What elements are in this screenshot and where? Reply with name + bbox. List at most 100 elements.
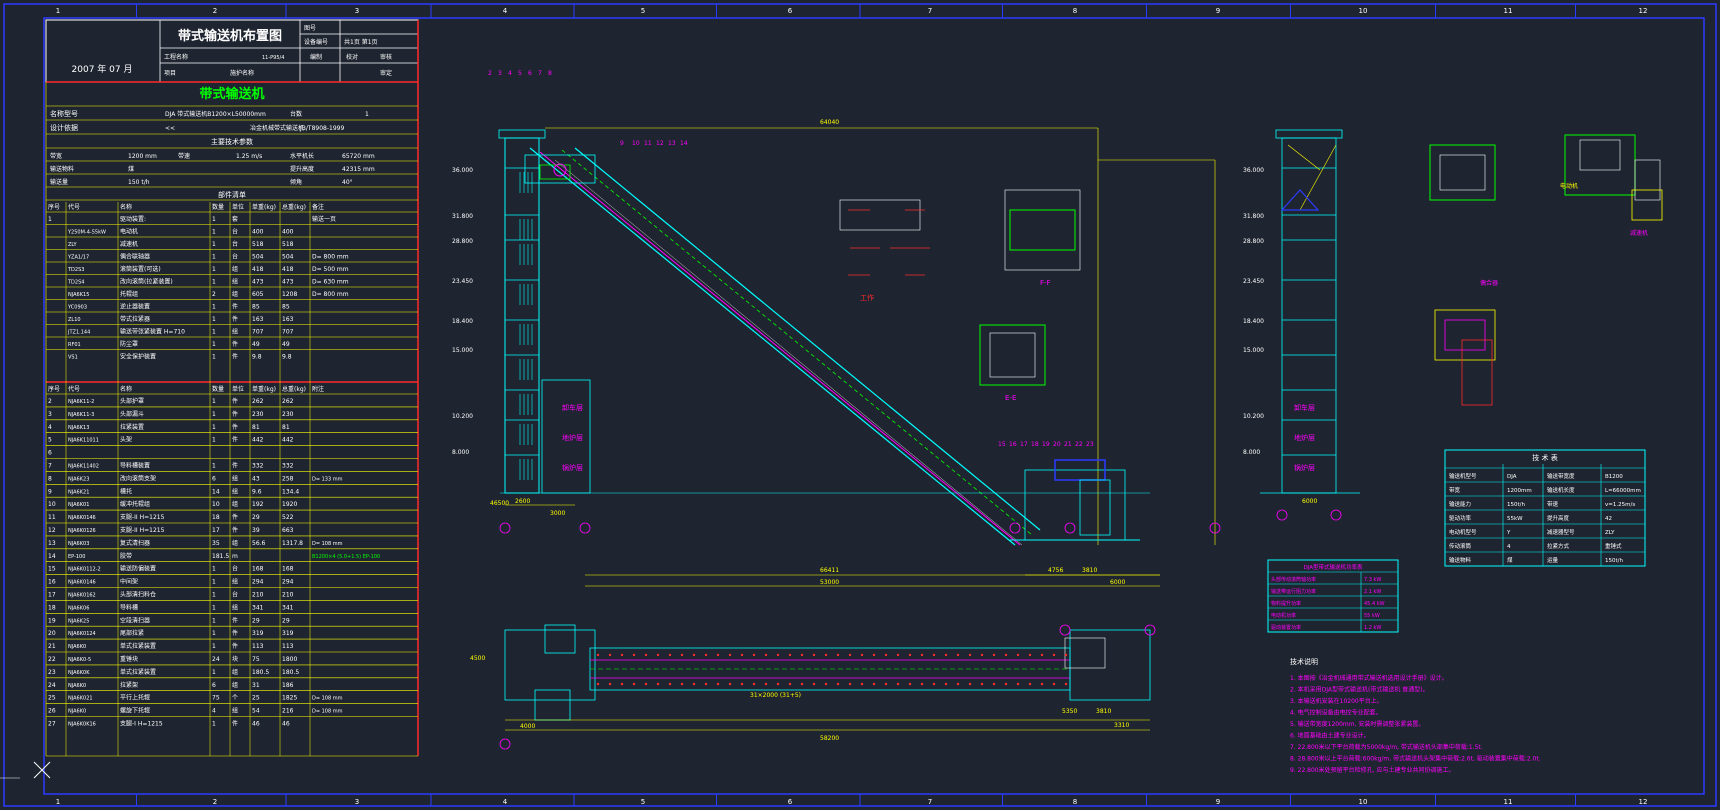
parts2-cell: 442 xyxy=(252,437,264,444)
tech-cell: 65720 mm xyxy=(342,153,375,160)
parts-cell: 台 xyxy=(232,240,238,248)
parts2-cell: NJA6K25 xyxy=(68,618,89,624)
power-cell-label: 输送带运行阻力功率 xyxy=(1271,588,1316,595)
callout-number: 13 xyxy=(668,140,676,147)
parts2-cell: 21 xyxy=(48,643,56,650)
zone-number: 3 xyxy=(355,798,359,806)
parts2-cell: 头部漏斗 xyxy=(120,410,144,418)
parts-cell: 605 xyxy=(252,291,264,298)
tech-cell: 42315 mm xyxy=(342,166,375,173)
parts2-col-header: 代号 xyxy=(68,385,80,393)
parts-cell: NJA6K15 xyxy=(68,292,89,298)
parts2-cell: 75 xyxy=(212,695,220,702)
power-cell-label: 物料提升功率 xyxy=(1271,600,1301,607)
head-coupling-label: 偶合器 xyxy=(1480,279,1498,287)
zone-number: 9 xyxy=(1216,798,1220,806)
parts2-cell: 17 xyxy=(48,592,56,599)
title-project-code: 11-P95/4 xyxy=(262,55,284,61)
parts2-cell: B1200×4 (5.0+1.5) EP-100 xyxy=(312,554,380,560)
parts2-cell: 4 xyxy=(48,424,52,431)
parts2-cell: 113 xyxy=(282,643,294,650)
parts-cell: 2 xyxy=(212,291,216,298)
cad-drawing-sheet: 1 2 3 4 5 6 7 8 9 10 11 12 1 2 3 4 5 6 7 8 9 10 11 12 带式输送机布置图… xyxy=(0,0,1720,810)
parts2-cell: 134.4 xyxy=(282,488,299,495)
parts2-cell: 113 xyxy=(252,643,264,650)
parts2-col-header: 附注 xyxy=(312,385,324,393)
elevation-label-left: 18.400 xyxy=(452,318,473,325)
parts-cell: D= 800 mm xyxy=(312,291,349,298)
parts-cell: D= 500 mm xyxy=(312,266,349,273)
parts2-col-header: 数量 xyxy=(212,385,224,393)
dim-elev-bottom: 2600 xyxy=(515,498,530,505)
callout-number: 4 xyxy=(508,70,512,77)
elevation-label-right: 31.800 xyxy=(1243,213,1264,220)
tech-cell: 1.25 m/s xyxy=(236,153,262,160)
tech-cell: 倾角 xyxy=(290,178,302,186)
parts2-cell: 258 xyxy=(282,475,294,482)
main-row-value: << xyxy=(165,125,175,132)
param-cell: 4 xyxy=(1507,544,1511,550)
parts2-cell: 2 xyxy=(48,398,52,405)
parts2-cell: 1 xyxy=(212,566,216,573)
callout-number: 14 xyxy=(680,140,688,147)
parts-cell: ZL10 xyxy=(68,317,81,323)
zone-number: 1 xyxy=(56,7,60,15)
room-label-right: 锅炉层 xyxy=(1294,463,1315,472)
param-cell: 驱动功率 xyxy=(1449,514,1472,522)
parts2-cell: NJA6K11011 xyxy=(68,438,99,444)
title-cell-page: 共1页 第1页 xyxy=(344,38,378,46)
zone-number: 11 xyxy=(1504,798,1513,806)
parts2-cell: 单式拉紧装置 xyxy=(120,668,156,676)
dim-plan3: 4000 xyxy=(520,723,535,730)
parts-col-header: 单重(kg) xyxy=(252,203,276,211)
parts2-col-header: 序号 xyxy=(48,385,60,393)
dim-plan6: 5350 xyxy=(1062,708,1077,715)
parts2-cell: 件 xyxy=(232,462,238,470)
dim-6000: 6000 xyxy=(1110,579,1125,586)
parts-col-header: 数量 xyxy=(212,203,224,211)
head-motor-label: 电动机 xyxy=(1560,182,1578,190)
parts2-cell: 181.5 xyxy=(212,553,229,560)
elevation-label-right: 10.200 xyxy=(1243,413,1264,420)
parts-cell: 1 xyxy=(212,316,216,323)
parts-cell: 1208 xyxy=(282,291,297,298)
parts2-cell: NJA6K0146 xyxy=(68,580,96,586)
parts2-cell: 头架 xyxy=(120,436,132,444)
parts2-cell: NJA6K0126 xyxy=(68,528,96,534)
callout-number: 7 xyxy=(538,70,542,77)
parts2-cell: D= 108 mm xyxy=(312,709,343,715)
parts2-cell: NJA6K0 xyxy=(68,644,86,650)
parts2-cell: 35 xyxy=(212,540,220,547)
parts-cell: 台 xyxy=(232,228,238,236)
parts-cell: 件 xyxy=(232,315,238,323)
parts2-cell: 件 xyxy=(232,720,238,728)
callout-number: 18 xyxy=(1031,441,1039,448)
callout-number: 22 xyxy=(1075,441,1083,448)
parts2-cell: 平行上托辊 xyxy=(120,694,150,702)
parts2-cell: 294 xyxy=(252,579,264,586)
elevation-label-right: 15.000 xyxy=(1243,347,1264,354)
zone-number: 3 xyxy=(355,7,359,15)
parts2-cell: 组 xyxy=(232,487,238,495)
parts-col-header: 名称 xyxy=(120,203,132,211)
param-cell: 输送物料 xyxy=(1449,556,1472,564)
dim-3810: 3810 xyxy=(1082,567,1097,574)
head-reducer-label: 减速机 xyxy=(1630,229,1648,237)
parts-cell: 托辊组 xyxy=(120,290,138,298)
parts2-cell: 294 xyxy=(282,579,294,586)
param-cell: 减速器型号 xyxy=(1547,528,1575,536)
parts2-cell: 1 xyxy=(212,463,216,470)
power-cell-value: 45.4 kW xyxy=(1364,601,1385,607)
parts-cell: 1 xyxy=(212,304,216,311)
parts-cell: 组 xyxy=(232,328,238,336)
power-cell-label: 头部传动滚筒轴功率 xyxy=(1271,576,1316,583)
parts2-cell: 29 xyxy=(282,617,290,624)
note-line: 6. 地面基础由土建专业设计。 xyxy=(1290,732,1370,740)
title-cell-draw: 编制 xyxy=(310,53,322,61)
parts2-cell: 导料槽装置 xyxy=(120,462,150,470)
parts2-cell: NJA6K11-2 xyxy=(68,399,94,405)
parts-cell: JTZ1.144 xyxy=(67,330,90,336)
parts2-cell: 332 xyxy=(252,463,264,470)
callout-number: 19 xyxy=(1042,441,1050,448)
parts2-cell: 180.5 xyxy=(282,669,299,676)
